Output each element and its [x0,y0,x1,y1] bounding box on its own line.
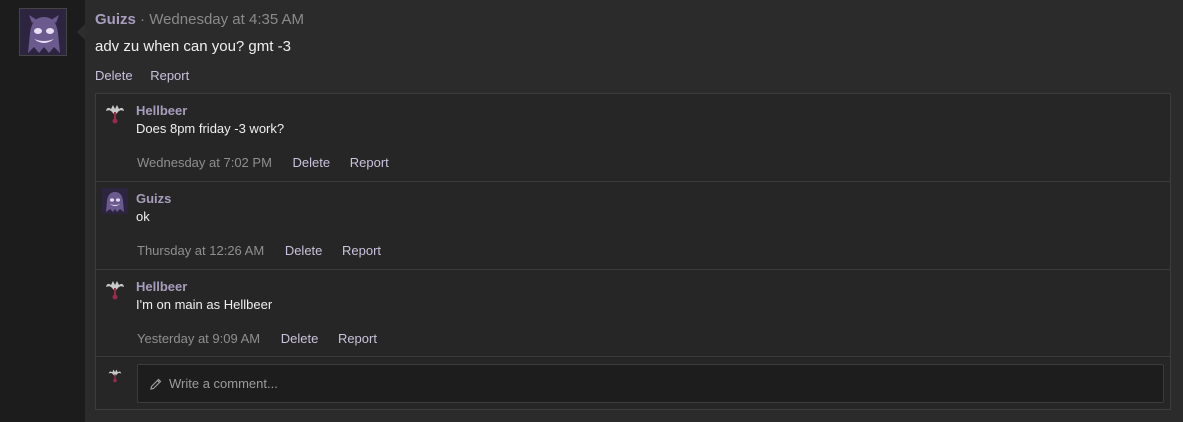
avatar-pointer [77,24,85,40]
post-body: adv zu when can you? gmt -3 [95,38,291,55]
post-actions: Delete Report [95,68,203,83]
post-header: Guizs · Wednesday at 4:35 AM [95,11,304,29]
bat-icon [106,105,124,124]
left-gutter [0,0,85,422]
comment-body: ok [136,209,150,224]
list-item: Guizs ok Thursday at 12:26 AM Delete Rep… [96,182,1170,270]
comment-timestamp[interactable]: Wednesday at 7:02 PM [137,155,272,170]
comment-body: I'm on main as Hellbeer [136,297,273,312]
post-separator: · [140,11,146,28]
avatar[interactable] [19,8,67,56]
pencil-icon [150,378,162,390]
list-item: Hellbeer I'm on main as Hellbeer Yesterd… [96,270,1170,357]
delete-button[interactable]: Delete [95,68,133,83]
report-button[interactable]: Report [150,68,189,83]
comment-meta: Thursday at 12:26 AM Delete Report [137,243,397,258]
comment-timestamp[interactable]: Thursday at 12:26 AM [137,243,264,258]
comment-meta: Yesterday at 9:09 AM Delete Report [137,331,393,346]
comment-meta: Wednesday at 7:02 PM Delete Report [137,155,405,170]
comment-author[interactable]: Hellbeer [136,279,187,294]
comment-timestamp[interactable]: Yesterday at 9:09 AM [137,331,260,346]
report-button[interactable]: Report [338,331,377,346]
report-button[interactable]: Report [342,243,381,258]
avatar[interactable] [102,188,128,214]
delete-button[interactable]: Delete [293,155,331,170]
avatar [106,366,124,384]
comment-input[interactable]: Write a comment... [137,364,1164,403]
delete-button[interactable]: Delete [281,331,319,346]
comment-placeholder: Write a comment... [169,376,278,391]
comment-author[interactable]: Hellbeer [136,103,187,118]
ghost-icon [102,188,128,214]
ghost-icon [20,9,66,55]
comment-body: Does 8pm friday -3 work? [136,121,285,136]
bat-icon [108,369,122,383]
comment-list: Hellbeer Does 8pm friday -3 work? Wednes… [95,93,1171,410]
new-comment-row: Write a comment... [96,357,1170,410]
delete-button[interactable]: Delete [285,243,323,258]
comment-author[interactable]: Guizs [136,191,171,206]
post-timestamp[interactable]: Wednesday at 4:35 AM [149,11,304,28]
avatar[interactable] [102,100,128,126]
report-button[interactable]: Report [350,155,389,170]
list-item: Hellbeer Does 8pm friday -3 work? Wednes… [96,94,1170,182]
avatar[interactable] [102,276,128,302]
bat-icon [106,281,124,300]
post-author[interactable]: Guizs [95,11,136,28]
profile-post: Guizs · Wednesday at 4:35 AM adv zu when… [0,0,1183,422]
